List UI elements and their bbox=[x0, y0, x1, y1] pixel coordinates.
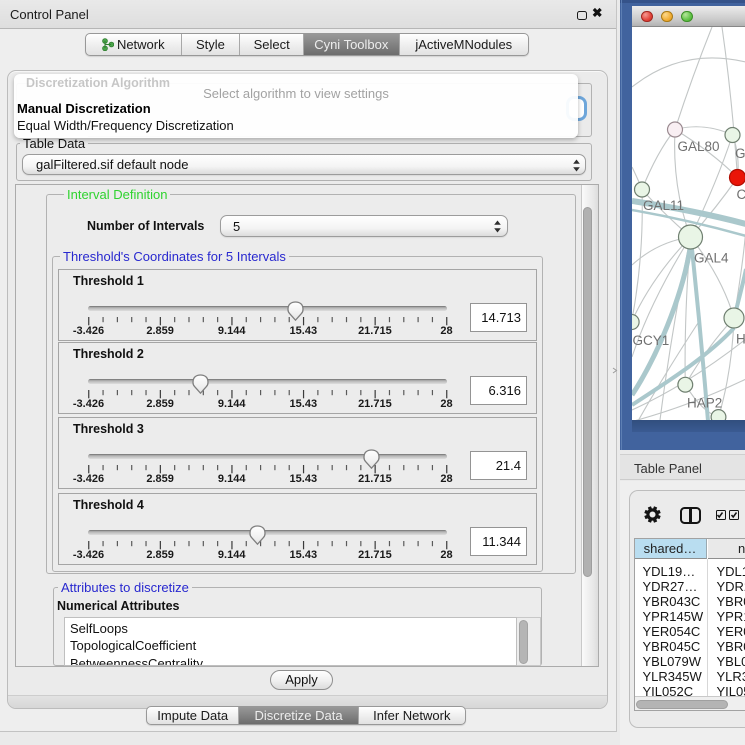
svg-text:GCY1: GCY1 bbox=[632, 333, 669, 348]
svg-text:HAP2: HAP2 bbox=[687, 396, 722, 411]
svg-text:GA: GA bbox=[735, 146, 745, 161]
svg-text:GAL11: GAL11 bbox=[643, 198, 684, 213]
svg-text:GAL80: GAL80 bbox=[677, 139, 719, 154]
svg-text:C: C bbox=[736, 187, 745, 202]
svg-text:H: H bbox=[736, 332, 745, 347]
svg-text:GAL4: GAL4 bbox=[694, 251, 729, 266]
